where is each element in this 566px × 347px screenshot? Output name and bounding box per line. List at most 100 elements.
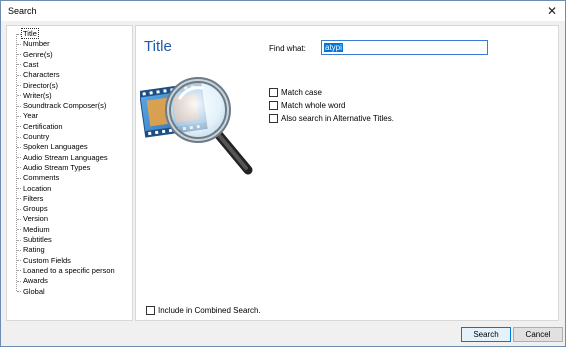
title-bar: Search ✕ [1, 1, 565, 21]
tree-connector [17, 270, 21, 272]
tree-connector [17, 64, 21, 66]
tree-connector [17, 291, 21, 293]
tree-connector [17, 115, 21, 117]
match-whole-word-label: Match whole word [281, 100, 346, 110]
tree-connector [17, 157, 21, 159]
window-title: Search [8, 6, 37, 16]
tree-item[interactable]: Version [17, 214, 49, 224]
tree-item[interactable]: Comments [17, 173, 60, 183]
tree-item[interactable]: Filters [17, 194, 44, 204]
tree-item-label: Comments [23, 173, 60, 183]
tree-item[interactable]: Awards [17, 276, 49, 286]
tree-connector [17, 95, 21, 97]
tree-item[interactable]: Audio Stream Types [17, 163, 91, 173]
tree-connector [17, 105, 21, 107]
tree-connector [17, 85, 21, 87]
include-combined-label: Include in Combined Search. [158, 306, 261, 315]
tree-connector [17, 198, 21, 200]
tree-connector [17, 218, 21, 220]
tree-item-label: Subtitles [23, 235, 52, 244]
tree-item-label: Loaned to a specific person [23, 265, 115, 275]
tree-item-label: Number [23, 39, 50, 49]
tree-item[interactable]: Custom Fields [17, 256, 72, 266]
match-whole-word-checkbox[interactable]: Match whole word [269, 100, 345, 110]
tree-connector [17, 280, 21, 282]
tree-connector [17, 43, 21, 45]
tree-item-label: Filters [23, 193, 44, 203]
tree-item-label: Rating [23, 245, 45, 255]
tree-connector [17, 249, 21, 251]
alternative-titles-checkbox[interactable]: Also search in Alternative Titles. [269, 113, 394, 123]
tree-item[interactable]: Spoken Languages [17, 142, 89, 152]
tree-item[interactable]: Certification [17, 122, 64, 132]
tree-item-label: Characters [23, 70, 60, 80]
tree-item[interactable]: Number [17, 39, 51, 49]
tree-item[interactable]: Country [17, 132, 50, 142]
tree-item-label: Genre(s) [23, 49, 53, 59]
tree-item[interactable]: Groups [17, 204, 49, 214]
tree-item-label: Country [23, 132, 50, 141]
tree-item-label: Awards [23, 276, 48, 286]
tree-item-label: Custom Fields [23, 255, 71, 265]
tree-item[interactable]: Loaned to a specific person [17, 266, 116, 276]
tree-item-label: Director(s) [23, 80, 58, 90]
tree-connector [17, 136, 21, 138]
tree-connector [17, 177, 21, 179]
tree-item-label: Writer(s) [23, 90, 52, 100]
tree-connector [17, 208, 21, 210]
tree-connector [17, 188, 21, 190]
tree-connector [17, 54, 21, 56]
match-case-label: Match case [281, 87, 322, 97]
tree-item[interactable]: Global [17, 287, 46, 297]
dialog-body: Title Number Genre(s) Cast Characters Directo… [1, 21, 565, 346]
tree-connector [17, 229, 21, 231]
tree-connector [17, 260, 21, 262]
tree-item[interactable]: Audio Stream Languages [17, 153, 109, 163]
tree-item-label: Version [23, 214, 49, 224]
tree-item-label: Medium [23, 224, 50, 234]
tree-item[interactable]: Year [17, 111, 39, 121]
page-title: Title [144, 38, 172, 55]
tree-item-label: Cast [23, 59, 39, 69]
checkbox-box [146, 306, 155, 315]
checkbox-box [269, 87, 278, 97]
tree-item[interactable]: Location [17, 184, 52, 194]
search-dialog: Search ✕ Title Number Genre(s) Cast Characte… [0, 0, 566, 347]
tree-item-label: Audio Stream Types [23, 162, 91, 172]
tree-item-label: Spoken Languages [23, 142, 88, 152]
tree-item-label: Title [21, 28, 39, 39]
tree-item-label: Global [23, 286, 45, 296]
include-combined-checkbox[interactable]: Include in Combined Search. [146, 306, 261, 315]
tree-connector [17, 167, 21, 169]
tree-item-label: Soundtrack Composer(s) [23, 101, 107, 111]
checkbox-box [269, 100, 278, 110]
tree-item[interactable]: Title [17, 28, 39, 39]
tree-connector [17, 146, 21, 148]
tree-item-label: Audio Stream Languages [23, 152, 108, 162]
tree-item-label: Year [23, 111, 39, 121]
tree-item[interactable]: Genre(s) [17, 50, 54, 60]
tree-item-label: Certification [23, 121, 63, 131]
tree-item[interactable]: Subtitles [17, 235, 53, 245]
find-what-input[interactable]: atypi [321, 40, 488, 55]
close-icon[interactable]: ✕ [545, 4, 559, 18]
find-what-label: Find what: [269, 44, 306, 53]
tree-connector [17, 239, 21, 241]
tree-item[interactable]: Characters [17, 70, 61, 80]
tree-connector [17, 33, 21, 35]
tree-item[interactable]: Soundtrack Composer(s) [17, 101, 107, 111]
tree-connector [17, 126, 21, 128]
cancel-button[interactable]: Cancel [513, 327, 563, 342]
tree-item[interactable]: Writer(s) [17, 91, 53, 101]
tree-item[interactable]: Rating [17, 245, 46, 255]
tree-item[interactable]: Cast [17, 60, 39, 70]
search-button[interactable]: Search [461, 327, 511, 342]
tree-item-label: Location [23, 183, 52, 193]
tree-item[interactable]: Medium [17, 225, 51, 235]
tree-connector [17, 74, 21, 76]
match-case-checkbox[interactable]: Match case [269, 87, 322, 97]
tree-item-label: Groups [23, 204, 48, 214]
find-what-value: atypi [324, 43, 343, 52]
field-tree: Title Number Genre(s) Cast Characters Directo… [6, 25, 133, 321]
tree-item[interactable]: Director(s) [17, 81, 59, 91]
